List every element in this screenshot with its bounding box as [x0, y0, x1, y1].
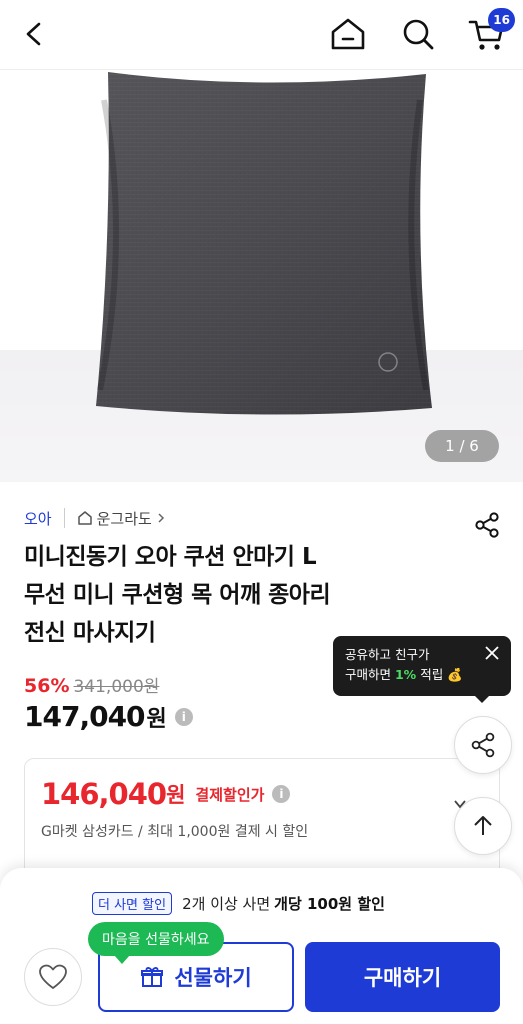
shop-name: 운그라도: [96, 509, 152, 528]
discount-row: 56% 341,000원: [24, 672, 159, 697]
card-description: G마켓 삼성카드 / 최대 1,000원 결제 시 할인: [41, 824, 309, 840]
promo-badge: 더 사면 할인: [92, 892, 173, 915]
brand-row: 오아 운그라도: [24, 506, 166, 530]
gift-bubble: 마음을 선물하세요: [88, 922, 224, 964]
gift-icon: [141, 967, 164, 987]
close-icon[interactable]: [483, 644, 501, 662]
back-button[interactable]: [12, 12, 56, 56]
cart-count-badge: 16: [488, 8, 515, 32]
image-pager: 1 / 6: [425, 430, 499, 462]
money-bag-icon: 💰: [447, 667, 463, 682]
divider: [63, 508, 65, 528]
product-image-carousel[interactable]: [0, 70, 523, 482]
product-title: 미니진동기 오아 쿠션 안마기 L 무선 미니 쿠션형 목 어깨 종아리 전신 …: [24, 538, 454, 652]
card-price-row: 146,040 원 결제할인가 i: [41, 777, 291, 811]
arrow-up-icon: [474, 816, 492, 835]
title-line: 미니진동기 오아 쿠션 안마기 L: [24, 544, 317, 570]
search-button[interactable]: [396, 12, 440, 56]
product-image: [96, 72, 432, 415]
promo-strong: 개당 100원 할인: [274, 895, 385, 913]
tooltip-pre: 구매하면: [345, 667, 395, 682]
tooltip-line1: 공유하고 친구가: [345, 647, 430, 662]
sale-price: 147,040: [24, 700, 146, 733]
tooltip-percent: 1%: [394, 667, 417, 682]
info-icon[interactable]: i: [272, 785, 291, 803]
share-reward-tooltip: 공유하고 친구가 구매하면 1% 적립 💰: [333, 636, 511, 703]
home-icon: [331, 18, 365, 50]
store-icon: [77, 511, 92, 525]
wishlist-button[interactable]: [24, 948, 82, 1006]
card-amount: 146,040: [41, 777, 167, 811]
buy-button[interactable]: 구매하기: [305, 942, 500, 1012]
scroll-to-top-button[interactable]: [454, 797, 512, 855]
original-price: 341,000원: [73, 677, 160, 697]
price-unit: 원: [146, 706, 167, 732]
chevron-right-icon: [158, 513, 164, 523]
heart-icon: [39, 964, 67, 989]
search-icon: [403, 19, 434, 50]
share-button[interactable]: [470, 508, 504, 542]
top-nav-bar: 16: [0, 0, 523, 70]
title-line: 무선 미니 쿠션형 목 어깨 종아리: [24, 582, 331, 608]
discount-rate: 56%: [24, 675, 70, 697]
tooltip-line2: 구매하면 1% 적립 💰: [345, 665, 499, 685]
floating-share-button[interactable]: [454, 716, 512, 774]
cart-button[interactable]: 16: [465, 8, 515, 56]
home-button[interactable]: [326, 12, 370, 56]
multi-buy-promo: 더 사면 할인 2개 이상 사면 개당 100원 할인: [92, 892, 385, 915]
card-unit: 원: [166, 783, 186, 807]
brand-link[interactable]: 오아: [24, 508, 52, 529]
shop-link[interactable]: 운그라도: [77, 508, 166, 529]
promo-text: 2개 이상 사면: [182, 895, 271, 913]
chevron-left-icon: [26, 22, 41, 46]
share-icon: [475, 512, 499, 538]
bottom-action-bar: 더 사면 할인 2개 이상 사면 개당 100원 할인 선물하기 구매하기 마음…: [0, 868, 523, 1024]
price-row: 147,040 원 i: [24, 700, 193, 733]
tooltip-post: 적립: [416, 667, 444, 682]
info-icon[interactable]: i: [174, 707, 193, 726]
gift-button-label: 선물하기: [174, 966, 252, 990]
card-label: 결제할인가: [195, 785, 265, 804]
share-icon: [471, 732, 495, 758]
